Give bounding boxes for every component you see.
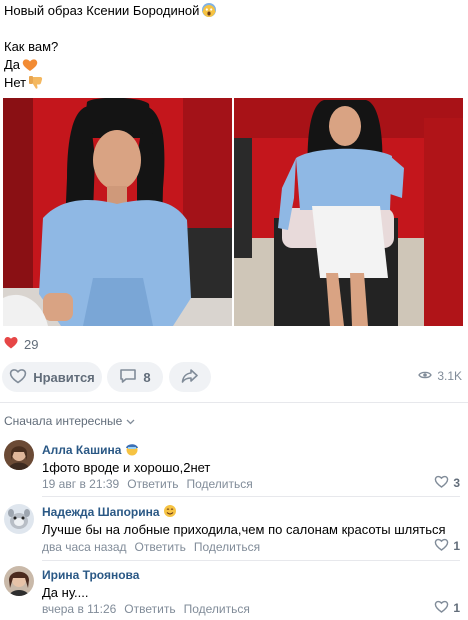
comment-author[interactable]: Надежда Шапорина — [42, 504, 177, 519]
heart-outline-icon — [434, 538, 449, 554]
avatar[interactable] — [4, 566, 34, 596]
comment-author-name: Алла Кашина — [42, 443, 122, 457]
comment-text: Лучше бы на лобные приходила,чем по сало… — [42, 522, 446, 537]
comment-author-name[interactable]: Ирина Троянова — [42, 568, 139, 582]
comment-like-count: 1 — [453, 539, 460, 553]
comments-count: 8 — [143, 369, 151, 385]
pilot-emoji-icon — [125, 443, 139, 457]
post-line-title: Новый образ Ксении Бородиной — [4, 2, 217, 20]
comment-divider — [42, 496, 460, 497]
post-text: Новый образ Ксении Бородиной Как вам? Да… — [4, 2, 217, 92]
screaming-face-emoji-icon — [201, 2, 217, 23]
comment-date[interactable]: вчера в 11:26 — [42, 602, 116, 616]
photo-2-image — [234, 98, 463, 326]
comment-like-count: 3 — [453, 476, 460, 490]
comment-like-button[interactable]: 1 — [434, 600, 460, 616]
post-likes-summary[interactable]: 29 — [4, 336, 38, 352]
like-button[interactable]: Нравится — [2, 362, 102, 392]
comment-meta: 19 авг в 21:39 Ответить Поделиться — [42, 477, 253, 491]
reply-link[interactable]: Ответить — [135, 540, 186, 554]
avatar[interactable] — [4, 504, 34, 534]
comment-like-button[interactable]: 3 — [434, 475, 460, 491]
heart-outline-icon — [9, 368, 27, 387]
views-count: 3.1K — [437, 369, 462, 383]
comment-button[interactable]: 8 — [107, 362, 163, 392]
post-no-text: Нет — [4, 75, 27, 90]
likes-count: 29 — [24, 336, 39, 352]
post-line-no: Нет — [4, 74, 217, 92]
post-line-empty — [4, 20, 217, 38]
comments-sort-label: Сначала интересные — [4, 414, 123, 428]
comment-date[interactable]: два часа назад — [42, 540, 127, 554]
post-title-text: Новый образ Ксении Бородиной — [4, 3, 200, 18]
post-line-question: Как вам? — [4, 39, 59, 54]
post-photo-2[interactable] — [234, 98, 463, 326]
comment-like-count: 1 — [453, 601, 460, 615]
heart-filled-icon — [4, 336, 18, 352]
post-actions-bar: Нравится 8 3.1K — [0, 362, 468, 392]
comment-meta: вчера в 11:26 Ответить Поделиться — [42, 602, 250, 616]
reply-link[interactable]: Ответить — [124, 602, 175, 616]
comment-divider — [42, 560, 460, 561]
share-link[interactable]: Поделиться — [184, 602, 250, 616]
share-arrow-icon — [181, 368, 199, 387]
views-counter: 3.1K — [418, 369, 462, 383]
post-line-yes: Да — [4, 56, 217, 74]
chevron-down-icon — [126, 414, 135, 428]
post-photo-1[interactable] — [3, 98, 232, 326]
comments-sort-dropdown[interactable]: Сначала интересные — [4, 414, 135, 428]
heart-outline-icon — [434, 600, 449, 616]
like-button-label: Нравится — [33, 369, 95, 385]
comment-date[interactable]: 19 авг в 21:39 — [42, 477, 119, 491]
comment-author-name: Надежда Шапорина — [42, 505, 160, 519]
eye-icon — [418, 369, 433, 383]
heart-outline-icon — [434, 475, 449, 491]
share-button[interactable] — [169, 362, 211, 392]
smiling-face-emoji-icon — [163, 505, 177, 519]
comment-meta: два часа назад Ответить Поделиться — [42, 540, 260, 554]
comment-bubble-icon — [119, 368, 137, 387]
reply-link[interactable]: Ответить — [127, 477, 178, 491]
post-yes-text: Да — [4, 57, 21, 72]
comment-like-button[interactable]: 1 — [434, 538, 460, 554]
share-link[interactable]: Поделиться — [186, 477, 252, 491]
share-link[interactable]: Поделиться — [194, 540, 260, 554]
comments-divider — [0, 402, 468, 403]
thumbs-down-emoji-icon — [28, 74, 44, 95]
comment-text: Да ну.... — [42, 585, 89, 600]
comment-author[interactable]: Алла Кашина — [42, 442, 139, 457]
photo-1-image — [3, 98, 232, 326]
avatar[interactable] — [4, 440, 34, 470]
comment-text: 1фото вроде и хорошо,2нет — [42, 460, 211, 475]
